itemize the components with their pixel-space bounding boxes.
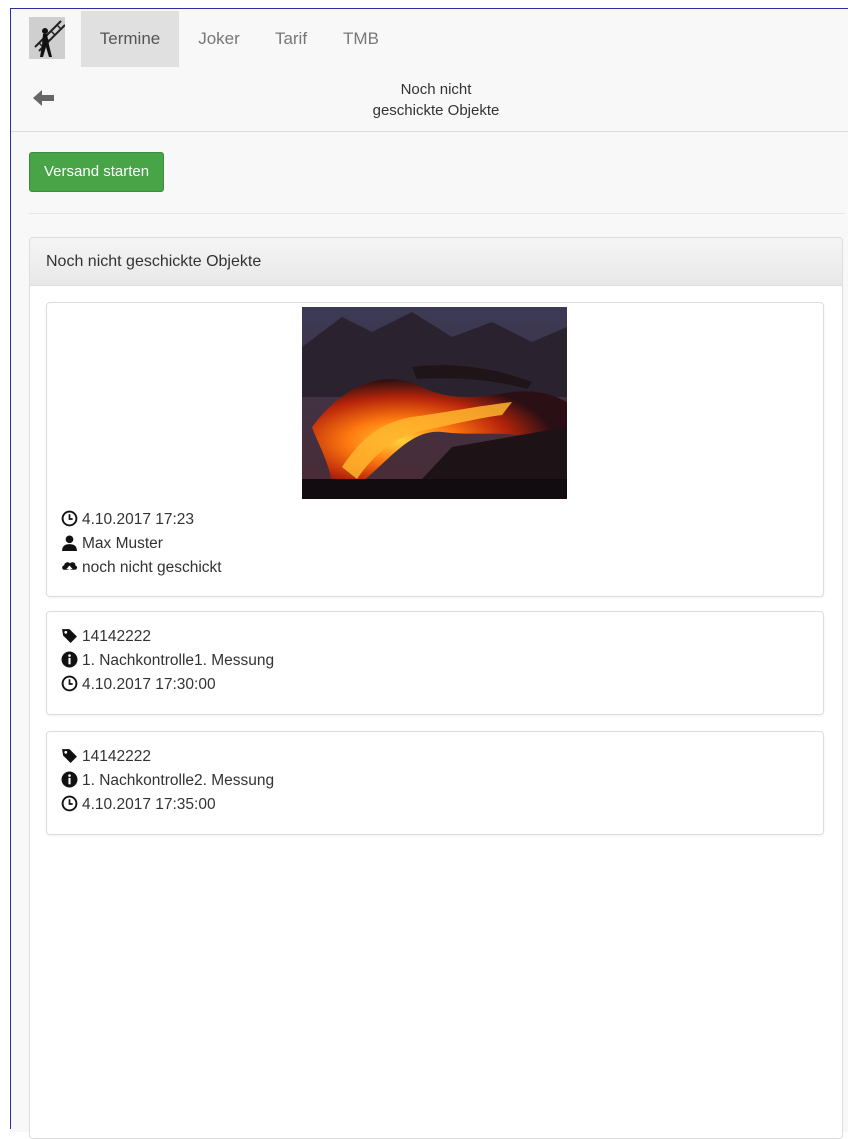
- tag-icon: [61, 627, 78, 644]
- photo-status-row: noch nicht geschickt: [61, 557, 222, 579]
- user-icon: [61, 534, 78, 551]
- photo-datetime: 4.10.2017 17:23: [82, 511, 195, 528]
- clock-icon: [61, 675, 78, 692]
- photo-status: noch nicht geschickt: [82, 559, 222, 576]
- app-frame: Termine Joker Tarif TMB Noch nicht gesch…: [10, 8, 848, 1139]
- item-datetime-row: 4.10.2017 17:30:00: [61, 674, 216, 696]
- tab-tmb[interactable]: TMB: [341, 11, 381, 67]
- item-tag-row: 14142222: [61, 626, 151, 648]
- tag-icon: [61, 747, 78, 764]
- measurement-card[interactable]: 14142222 1. Nachkontrolle1. Messung 4.10…: [46, 611, 824, 715]
- tab-tarif[interactable]: Tarif: [271, 11, 311, 67]
- item-tag: 14142222: [82, 748, 151, 765]
- photo-object-card[interactable]: 4.10.2017 17:23 Max Muster noch nicht ge…: [46, 302, 824, 597]
- photo-user-row: Max Muster: [61, 533, 163, 555]
- page-title-line1: Noch nicht: [400, 81, 472, 98]
- content-area: Versand starten Noch nicht geschickte Ob…: [11, 132, 848, 1139]
- page-header: Noch nicht geschickte Objekte: [11, 71, 848, 132]
- info-icon: [61, 771, 78, 788]
- chimney-sweep-icon[interactable]: [29, 17, 66, 59]
- item-info: 1. Nachkontrolle1. Messung: [82, 652, 275, 669]
- panel-heading: Noch nicht geschickte Objekte: [30, 238, 842, 286]
- divider: [29, 213, 845, 214]
- measurement-card[interactable]: 14142222 1. Nachkontrolle2. Messung 4.10…: [46, 731, 824, 835]
- item-info-row: 1. Nachkontrolle2. Messung: [61, 770, 274, 792]
- send-start-button[interactable]: Versand starten: [29, 152, 165, 192]
- lava-photo[interactable]: [302, 307, 567, 499]
- arrow-left-icon[interactable]: [31, 85, 57, 111]
- item-datetime-row: 4.10.2017 17:35:00: [61, 794, 216, 816]
- item-info-row: 1. Nachkontrolle1. Messung: [61, 650, 274, 672]
- page-title: Noch nicht geschickte Objekte: [311, 79, 561, 121]
- photo-user: Max Muster: [82, 535, 163, 552]
- clock-icon: [61, 510, 78, 527]
- item-info: 1. Nachkontrolle2. Messung: [82, 772, 275, 789]
- item-tag: 14142222: [82, 628, 151, 645]
- cloud-upload-icon: [61, 558, 78, 575]
- page-title-line2: geschickte Objekte: [372, 102, 500, 119]
- top-navigation: Termine Joker Tarif TMB: [11, 9, 848, 67]
- tab-joker[interactable]: Joker: [196, 11, 242, 67]
- info-icon: [61, 651, 78, 668]
- item-tag-row: 14142222: [61, 746, 151, 768]
- item-datetime: 4.10.2017 17:35:00: [82, 796, 216, 813]
- tab-termine[interactable]: Termine: [81, 11, 179, 67]
- unsent-objects-panel: Noch nicht geschickte Objekte 4.10.2017 …: [29, 237, 843, 1139]
- item-datetime: 4.10.2017 17:30:00: [82, 676, 216, 693]
- clock-icon: [61, 795, 78, 812]
- photo-datetime-row: 4.10.2017 17:23: [61, 509, 194, 531]
